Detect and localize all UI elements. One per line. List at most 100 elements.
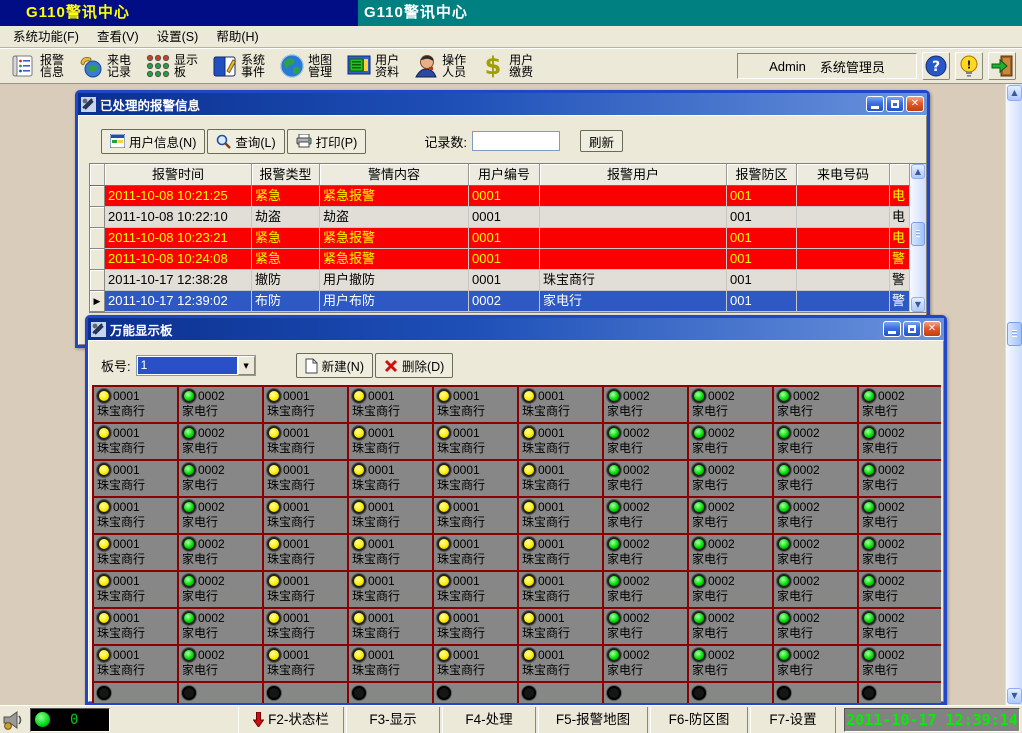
processed-alarms-titlebar[interactable]: 已处理的报警信息 ✕ [78, 93, 927, 115]
column-header[interactable]: 报警防区 [727, 164, 797, 186]
display-cell[interactable]: 0002家电行 [604, 498, 689, 535]
display-cell[interactable]: 0001珠宝商行 [94, 572, 179, 609]
display-cell[interactable]: 0002家电行 [604, 535, 689, 572]
display-cell[interactable]: 0001珠宝商行 [94, 535, 179, 572]
display-cell-empty[interactable] [519, 683, 604, 703]
display-cell[interactable]: 0001珠宝商行 [434, 572, 519, 609]
column-header[interactable]: 来电号码 [797, 164, 890, 186]
minimize-button[interactable] [866, 96, 884, 112]
display-cell[interactable]: 0001珠宝商行 [264, 498, 349, 535]
display-cell[interactable]: 0002家电行 [179, 572, 264, 609]
alarm-info-button[interactable]: 报警信息 [6, 51, 69, 81]
maximize-button[interactable] [903, 321, 921, 337]
close-button[interactable]: ✕ [906, 96, 924, 112]
alarm-row[interactable]: 2011-10-08 10:21:25紧急紧急报警0001001电 [90, 186, 910, 207]
fkey-alarm-map[interactable]: F5-报警地图 [538, 707, 648, 733]
display-cell[interactable]: 0002家电行 [689, 461, 774, 498]
close-button[interactable]: ✕ [923, 321, 941, 337]
display-cell[interactable]: 0001珠宝商行 [434, 461, 519, 498]
display-cell[interactable]: 0002家电行 [689, 572, 774, 609]
display-cell[interactable]: 0001珠宝商行 [264, 609, 349, 646]
display-cell-empty[interactable] [349, 683, 434, 703]
display-cell[interactable]: 0001珠宝商行 [264, 387, 349, 424]
display-cell[interactable]: 0001珠宝商行 [94, 424, 179, 461]
display-cell[interactable]: 0002家电行 [774, 535, 859, 572]
display-cell[interactable]: 0001珠宝商行 [349, 498, 434, 535]
display-cell-empty[interactable] [774, 683, 859, 703]
display-cell[interactable]: 0001珠宝商行 [264, 572, 349, 609]
display-cell[interactable]: 0001珠宝商行 [94, 387, 179, 424]
menu-item-help[interactable]: 帮助(H) [207, 27, 267, 47]
display-cell[interactable]: 0001珠宝商行 [264, 646, 349, 683]
fkey-settings[interactable]: F7-设置 [750, 707, 836, 733]
display-cell-empty[interactable] [604, 683, 689, 703]
alarm-row[interactable]: 2011-10-08 10:23:21紧急紧急报警0001001电 [90, 228, 910, 249]
display-cell[interactable]: 0002家电行 [689, 498, 774, 535]
column-header[interactable]: 报警类型 [252, 164, 320, 186]
display-cell[interactable]: 0001珠宝商行 [519, 424, 604, 461]
display-cell[interactable]: 0001珠宝商行 [434, 498, 519, 535]
display-cell[interactable]: 0002家电行 [859, 535, 941, 572]
display-cell[interactable]: 0001珠宝商行 [519, 535, 604, 572]
menu-item-settings[interactable]: 设置(S) [148, 27, 208, 47]
display-cell[interactable]: 0002家电行 [604, 424, 689, 461]
scroll-up-icon[interactable]: ▲ [911, 164, 925, 179]
map-manage-button[interactable]: 地图管理 [274, 51, 337, 81]
display-cell[interactable]: 0001珠宝商行 [434, 535, 519, 572]
display-cell[interactable]: 0001珠宝商行 [349, 387, 434, 424]
display-cell[interactable]: 0002家电行 [689, 646, 774, 683]
column-header[interactable]: 警情内容 [320, 164, 469, 186]
fkey-status-bar[interactable]: F2-状态栏 [238, 707, 344, 733]
display-cell[interactable]: 0002家电行 [689, 535, 774, 572]
scroll-down-icon[interactable]: ▼ [1007, 688, 1022, 704]
display-cell[interactable]: 0002家电行 [604, 572, 689, 609]
display-cell[interactable]: 0002家电行 [179, 461, 264, 498]
display-cell[interactable]: 0002家电行 [774, 387, 859, 424]
alarm-row[interactable]: 2011-10-08 10:22:10劫盗劫盗0001001电 [90, 207, 910, 228]
operator-button[interactable]: 操作人员 [408, 51, 471, 81]
minimize-button[interactable] [883, 321, 901, 337]
display-cell[interactable]: 0001珠宝商行 [519, 461, 604, 498]
display-cell[interactable]: 0002家电行 [859, 498, 941, 535]
display-cell[interactable]: 0001珠宝商行 [264, 424, 349, 461]
alarm-row[interactable]: 2011-10-08 10:24:08紧急紧急报警0001001警 [90, 249, 910, 270]
display-cell[interactable]: 0002家电行 [859, 609, 941, 646]
fkey-process[interactable]: F4-处理 [442, 707, 536, 733]
display-cell[interactable]: 0002家电行 [859, 387, 941, 424]
display-cell[interactable]: 0001珠宝商行 [264, 535, 349, 572]
display-board-titlebar[interactable]: 万能显示板 ✕ [88, 318, 944, 340]
display-cell[interactable]: 0001珠宝商行 [349, 609, 434, 646]
display-cell[interactable]: 0002家电行 [179, 609, 264, 646]
display-cell[interactable]: 0001珠宝商行 [519, 498, 604, 535]
display-cell[interactable]: 0001珠宝商行 [519, 609, 604, 646]
display-cell[interactable]: 0002家电行 [689, 424, 774, 461]
display-cell[interactable]: 0002家电行 [859, 646, 941, 683]
refresh-button[interactable]: 刷新 [580, 130, 623, 152]
workspace-scrollbar-thumb[interactable] [1007, 322, 1022, 346]
display-cell[interactable]: 0002家电行 [859, 572, 941, 609]
display-cell[interactable]: 0002家电行 [179, 498, 264, 535]
display-cell-empty[interactable] [689, 683, 774, 703]
display-cell-empty[interactable] [179, 683, 264, 703]
display-cell[interactable]: 0002家电行 [604, 646, 689, 683]
fkey-zone-map[interactable]: F6-防区图 [650, 707, 748, 733]
display-cell[interactable]: 0002家电行 [689, 609, 774, 646]
display-board-button[interactable]: 显示板 [140, 51, 203, 81]
display-cell[interactable]: 0002家电行 [859, 424, 941, 461]
workspace-scrollbar[interactable]: ▲ ▼ [1005, 84, 1022, 705]
display-cell[interactable]: 0001珠宝商行 [94, 609, 179, 646]
display-cell[interactable]: 0002家电行 [774, 424, 859, 461]
record-count-input[interactable] [472, 131, 560, 151]
display-cell[interactable]: 0002家电行 [179, 646, 264, 683]
user-info-button[interactable]: 用户信息(N) [101, 129, 205, 154]
display-cell[interactable]: 0001珠宝商行 [94, 646, 179, 683]
system-event-button[interactable]: 系统事件 [207, 51, 270, 81]
display-cell[interactable]: 0001珠宝商行 [349, 535, 434, 572]
display-cell[interactable]: 0002家电行 [774, 572, 859, 609]
display-cell-empty[interactable] [94, 683, 179, 703]
display-cell[interactable]: 0002家电行 [604, 609, 689, 646]
exit-button[interactable] [988, 52, 1016, 80]
tip-button[interactable]: ! [955, 52, 983, 80]
chevron-down-icon[interactable]: ▼ [238, 356, 255, 375]
display-cell[interactable]: 0001珠宝商行 [519, 387, 604, 424]
